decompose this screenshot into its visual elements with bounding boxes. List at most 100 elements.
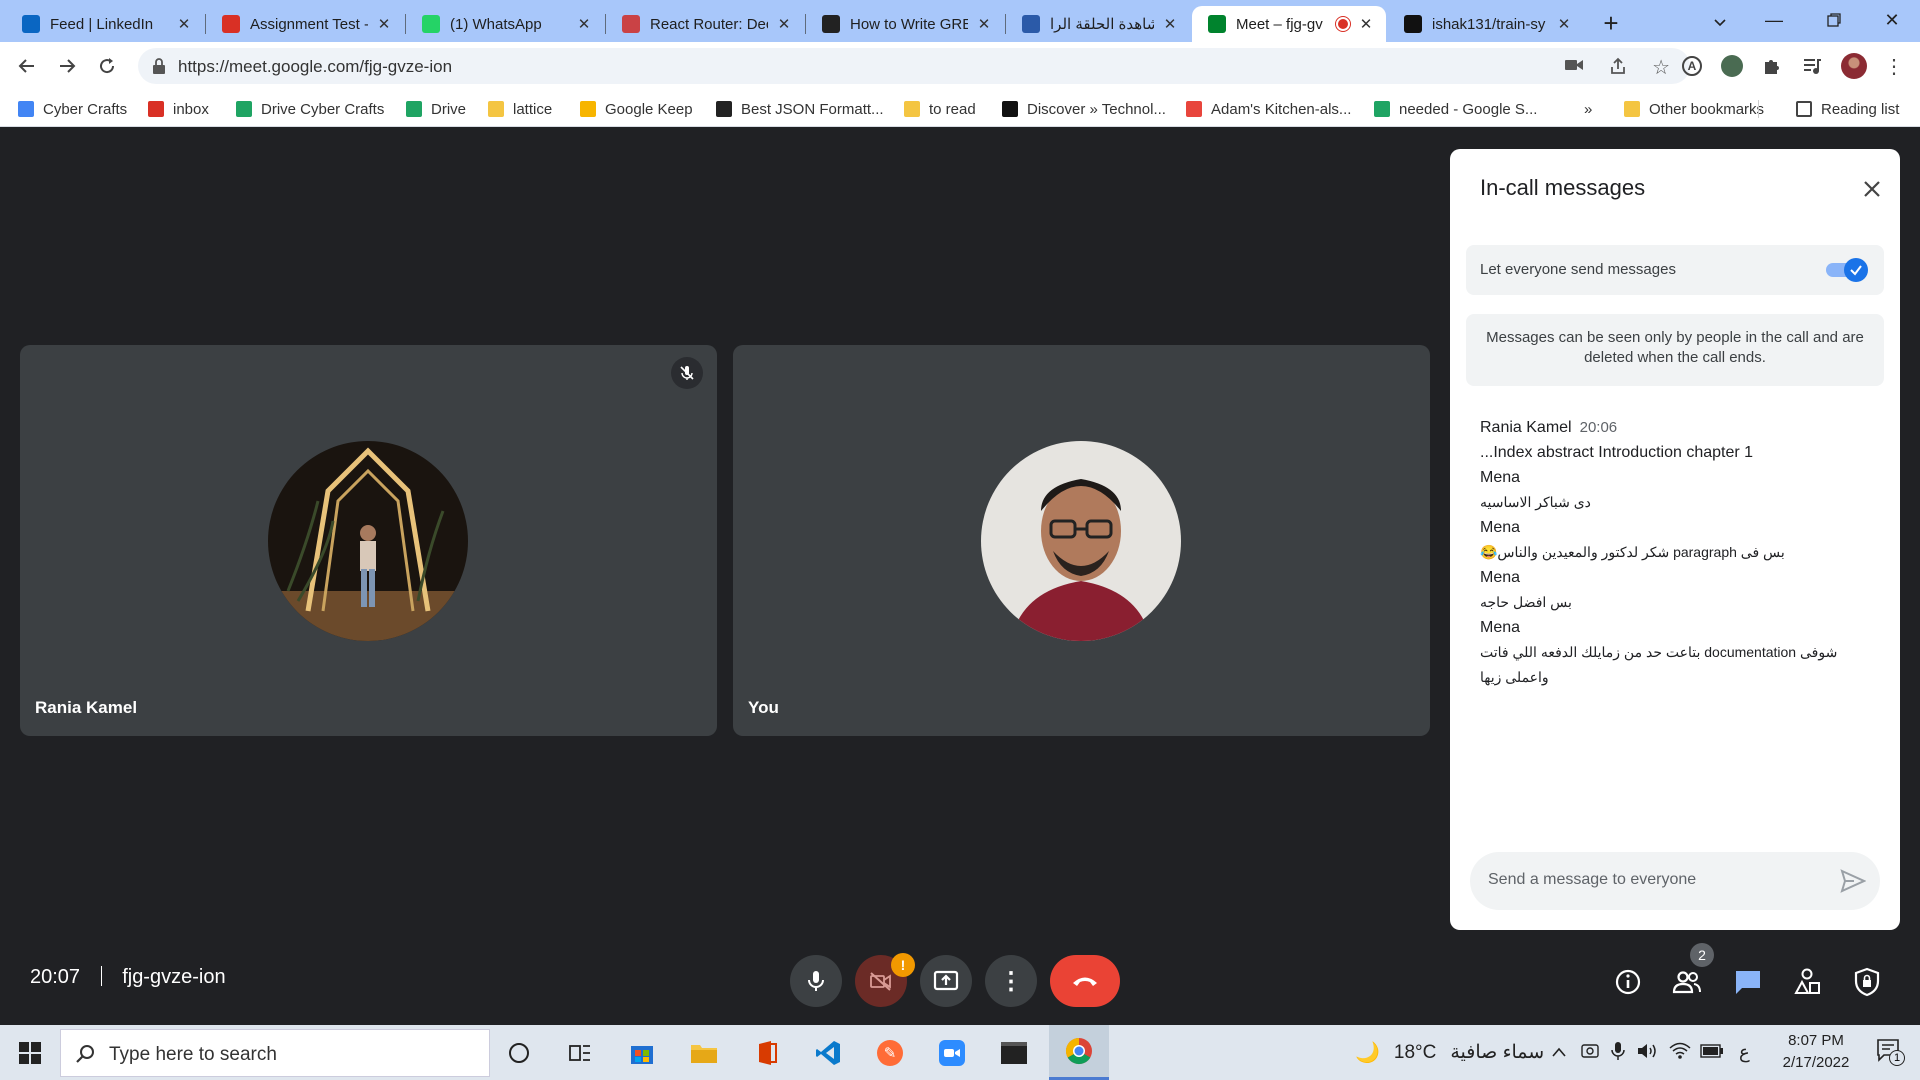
bookmark-label: Google Keep — [605, 100, 693, 118]
lock-icon[interactable] — [152, 58, 166, 79]
close-tab-icon[interactable]: ✕ — [574, 15, 594, 33]
media-control-icon[interactable] — [1798, 52, 1826, 80]
reload-icon[interactable] — [93, 52, 121, 80]
minimize-icon[interactable]: — — [1744, 0, 1804, 40]
bookmark-item[interactable]: needed - Google S... — [1374, 98, 1537, 120]
task-view-icon[interactable] — [564, 1037, 596, 1069]
bookmark-item[interactable]: Best JSON Formatt... — [716, 98, 884, 120]
wifi-icon[interactable] — [1669, 1042, 1691, 1065]
postman-icon[interactable]: ✎ — [874, 1037, 906, 1069]
notifications-icon[interactable]: 1 — [1876, 1038, 1905, 1067]
battery-icon[interactable] — [1700, 1044, 1724, 1063]
bookmark-item[interactable]: inbox — [148, 98, 209, 120]
bookmark-item[interactable]: lattice — [488, 98, 552, 120]
taskbar-search[interactable]: Type here to search — [60, 1029, 490, 1077]
tab[interactable]: (1) WhatsApp ✕ — [406, 6, 604, 42]
clock[interactable]: 8:07 PM 2/17/2022 — [1766, 1030, 1866, 1074]
new-tab-button[interactable]: + — [1596, 8, 1626, 38]
tab[interactable]: Feed | LinkedIn ✕ — [6, 6, 204, 42]
bookmark-item[interactable]: Google Keep — [580, 98, 693, 120]
share-icon[interactable] — [1608, 56, 1628, 81]
bookmark-star-icon[interactable]: ☆ — [1652, 55, 1670, 80]
meeting-code[interactable]: fjg-gvze-ion — [122, 966, 225, 988]
terminal-icon[interactable] — [998, 1037, 1030, 1069]
people-button[interactable]: 2 — [1670, 943, 1714, 999]
close-chat-icon[interactable] — [1860, 177, 1888, 205]
microphone-tray-icon[interactable] — [1611, 1041, 1625, 1066]
bookmark-item[interactable]: Discover » Technol... — [1002, 98, 1166, 120]
start-windows-icon[interactable] — [14, 1037, 46, 1069]
more-options-button[interactable]: ⋮ — [985, 955, 1037, 1007]
message-sender: Mena — [1480, 469, 1521, 486]
close-tab-icon[interactable]: ✕ — [1356, 15, 1376, 33]
leave-call-button[interactable] — [1050, 955, 1120, 1007]
tab-search-icon[interactable] — [1706, 8, 1734, 36]
cortana-icon[interactable] — [503, 1037, 535, 1069]
tab[interactable]: How to Write GRE ✕ — [806, 6, 1004, 42]
tab-title: مشاهدة الحلقة الرا — [1050, 16, 1154, 33]
close-tab-icon[interactable]: ✕ — [1554, 15, 1574, 33]
close-tab-icon[interactable]: ✕ — [1160, 15, 1180, 33]
meet-area: Rania Kamel You In-call messages Let eve… — [0, 127, 1920, 1025]
activities-button[interactable] — [1790, 965, 1824, 999]
camera-button[interactable]: ! — [855, 953, 915, 1007]
tab[interactable]: مشاهدة الحلقة الرا ✕ — [1006, 6, 1190, 42]
tab[interactable]: React Router: Dec ✕ — [606, 6, 804, 42]
extensions-puzzle-icon[interactable] — [1758, 52, 1786, 80]
file-explorer-icon[interactable] — [688, 1037, 720, 1069]
weather-widget[interactable]: 🌙 18°C سماء صافية — [1355, 1040, 1544, 1065]
url-text[interactable]: https://meet.google.com/fjg-gvze-ion — [178, 57, 452, 77]
tray-chevron-icon[interactable] — [1551, 1045, 1567, 1063]
extension-a-icon[interactable]: A — [1678, 52, 1706, 80]
chrome-taskbar-button[interactable] — [1049, 1025, 1109, 1080]
bookmark-item[interactable]: Drive — [406, 98, 466, 120]
office-icon[interactable] — [750, 1037, 782, 1069]
more-bookmarks-button[interactable]: » — [1584, 98, 1592, 120]
participant-tile-rania[interactable]: Rania Kamel — [20, 345, 717, 736]
vscode-icon[interactable] — [812, 1037, 844, 1069]
volume-icon[interactable] — [1637, 1042, 1659, 1065]
bookmark-item[interactable]: Drive Cyber Crafts — [236, 98, 384, 120]
close-tab-icon[interactable]: ✕ — [974, 15, 994, 33]
chat-button[interactable] — [1731, 965, 1765, 999]
reading-list[interactable]: Reading list — [1796, 98, 1899, 120]
close-tab-icon[interactable]: ✕ — [374, 15, 394, 33]
message-input[interactable]: Send a message to everyone — [1470, 852, 1880, 910]
participant-tile-you[interactable]: You — [733, 345, 1430, 736]
meeting-details-button[interactable] — [1611, 965, 1645, 999]
camera-in-use-icon[interactable] — [1564, 57, 1584, 78]
chrome-menu-icon[interactable]: ⋮ — [1880, 52, 1908, 80]
chat-title: In-call messages — [1480, 175, 1646, 200]
other-bookmarks[interactable]: Other bookmarks — [1624, 98, 1764, 120]
bookmark-item[interactable]: Cyber Crafts — [18, 98, 127, 120]
activities-shapes-icon — [1794, 968, 1820, 994]
muted-mic-icon — [671, 357, 703, 389]
address-bar[interactable]: https://meet.google.com/fjg-gvze-ion ☆ — [138, 48, 1690, 84]
taskbar-search-placeholder[interactable]: Type here to search — [109, 1044, 277, 1066]
profile-avatar[interactable] — [1840, 52, 1868, 80]
maximize-icon[interactable] — [1804, 0, 1864, 40]
mic-button[interactable] — [790, 955, 842, 1007]
bookmark-item[interactable]: Adam's Kitchen-als... — [1186, 98, 1351, 120]
back-arrow-icon[interactable] — [13, 52, 41, 80]
apps-grid-icon — [18, 101, 34, 117]
close-tab-icon[interactable]: ✕ — [774, 15, 794, 33]
store-icon[interactable] — [626, 1037, 658, 1069]
host-controls-button[interactable] — [1850, 965, 1884, 999]
tab[interactable]: Meet – fjg-gv ✕ — [1192, 6, 1386, 42]
message-sender-row: Mena — [1480, 615, 1880, 640]
tab[interactable]: Assignment Test - ✕ — [206, 6, 404, 42]
forward-arrow-icon[interactable] — [53, 52, 81, 80]
close-window-icon[interactable]: ✕ — [1862, 0, 1920, 40]
profile-extension-icon[interactable] — [1718, 52, 1746, 80]
input-language[interactable]: ع — [1739, 1042, 1750, 1063]
message-input-placeholder[interactable]: Send a message to everyone — [1488, 871, 1696, 889]
zoom-icon[interactable] — [936, 1037, 968, 1069]
bookmark-item[interactable]: to read — [904, 98, 976, 120]
close-tab-icon[interactable]: ✕ — [174, 15, 194, 33]
send-messages-toggle[interactable] — [1826, 258, 1868, 282]
meet-tray-icon[interactable] — [1581, 1042, 1599, 1065]
present-button[interactable] — [920, 955, 972, 1007]
tab[interactable]: ishak131/train-sy ✕ — [1388, 6, 1584, 42]
send-icon[interactable] — [1840, 869, 1867, 898]
